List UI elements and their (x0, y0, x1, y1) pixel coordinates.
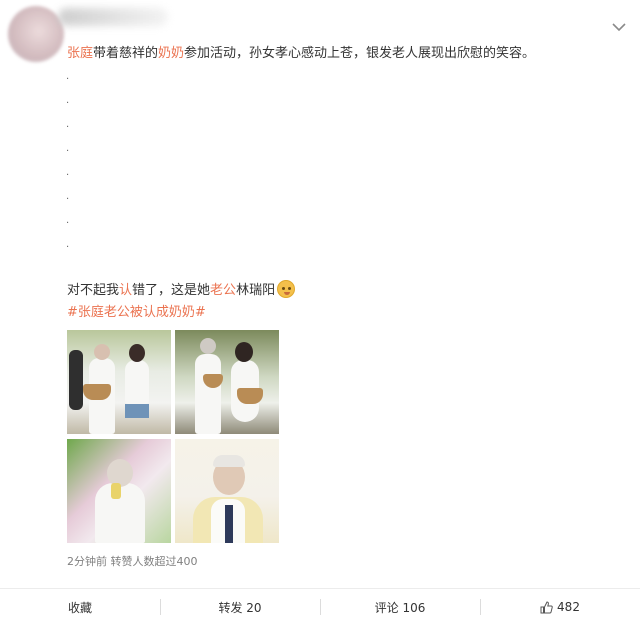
dot: . (66, 191, 70, 202)
post-text-segment: 参加活动，孙女孝心感动上苍，银发老人展现出欣慰的笑容。 (184, 46, 536, 61)
dot: . (66, 95, 70, 106)
dot: . (66, 239, 70, 250)
dot: . (66, 215, 70, 226)
post-text-segment: 林瑞阳 (236, 283, 276, 298)
keyword-link[interactable]: 认 (119, 283, 132, 298)
post-text-line2: 对不起我认错了，这是她老公林瑞阳 (67, 280, 296, 301)
mention-link[interactable]: 张庭 (67, 46, 93, 61)
comment-label: 评论 106 (374, 600, 426, 615)
post-photo[interactable] (67, 330, 171, 434)
post-photo[interactable] (175, 330, 279, 434)
thumbs-up-icon (540, 600, 553, 614)
dot: . (66, 143, 70, 154)
dot-separators: . . . . . . . . (66, 70, 76, 262)
comment-button[interactable]: 评论 106 (320, 593, 480, 621)
favorite-label: 收藏 (67, 600, 92, 615)
like-count: 482 (557, 600, 580, 614)
repost-button[interactable]: 转发 20 (160, 593, 320, 621)
favorite-button[interactable]: 收藏 (0, 593, 160, 621)
post-text-segment: 对不起我 (67, 283, 120, 298)
avatar[interactable] (8, 6, 64, 62)
username-blurred[interactable] (58, 8, 168, 26)
keyword-link[interactable]: 老公 (210, 283, 236, 298)
dot: . (66, 71, 70, 82)
post-meta: 2分钟前 转赞人数超过400 (67, 555, 198, 568)
image-grid (67, 330, 279, 543)
post-text-segment: 错了，这是她 (132, 283, 211, 298)
post-photo[interactable] (175, 439, 279, 543)
post-text-segment: 带着慈祥的 (93, 46, 159, 61)
topic-hashtag-link[interactable]: #张庭老公被认成奶奶# (67, 303, 206, 323)
weibo-post-card: 张庭带着慈祥的奶奶参加活动，孙女孝心感动上苍，银发老人展现出欣慰的笑容。 . .… (0, 0, 640, 623)
divider (0, 588, 640, 589)
emoji-icon (277, 280, 296, 298)
chevron-down-icon[interactable] (612, 22, 626, 32)
repost-label: 转发 20 (218, 600, 262, 615)
like-button[interactable]: 482 (480, 593, 640, 621)
dot: . (66, 167, 70, 178)
action-bar: 收藏 转发 20 评论 106 482 (0, 593, 640, 621)
keyword-link[interactable]: 奶奶 (158, 46, 184, 61)
dot: . (66, 119, 70, 130)
post-text: 张庭带着慈祥的奶奶参加活动，孙女孝心感动上苍，银发老人展现出欣慰的笑容。 (67, 44, 535, 64)
post-photo[interactable] (67, 439, 171, 543)
